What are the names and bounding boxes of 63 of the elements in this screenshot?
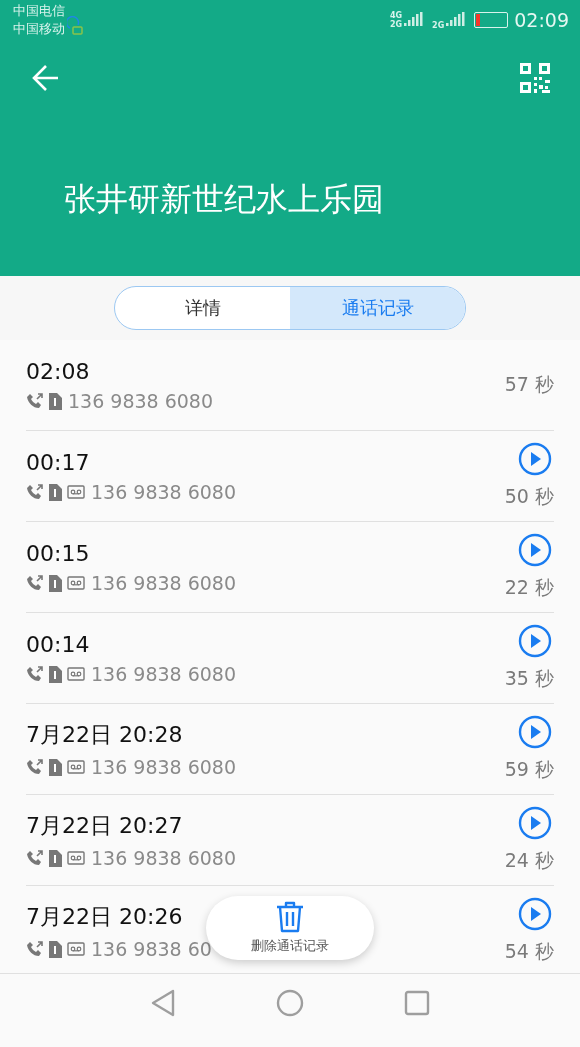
play-icon[interactable] (518, 715, 552, 749)
voicemail-icon (67, 575, 85, 590)
signal-icon (404, 12, 425, 28)
clock: 02:09 (514, 9, 569, 31)
notification-icon (67, 16, 83, 38)
outgoing-call-icon (26, 849, 44, 867)
play-icon[interactable] (518, 442, 552, 476)
call-duration: 59 秒 (504, 757, 554, 782)
phone-number: 136 9838 6080 (91, 847, 237, 869)
network-type: 2G (389, 20, 403, 29)
network-type: 2G (432, 20, 445, 30)
sim-card-icon (49, 391, 62, 410)
tab[interactable]: 详情 (115, 287, 290, 329)
carrier-name: 中国电信 (13, 2, 65, 20)
phone-number: 136 9838 6080 (91, 662, 237, 685)
call-time: 7月22日 20:26 (26, 903, 184, 931)
outgoing-call-icon (26, 940, 44, 958)
call-time: 7月22日 20:28 (26, 721, 184, 749)
play-icon[interactable] (518, 897, 552, 931)
trash-icon (275, 901, 305, 933)
outgoing-call-icon (26, 573, 44, 592)
sim-card-icon (49, 940, 62, 958)
call-duration: 24 秒 (504, 848, 554, 873)
call-time: 00:14 (26, 631, 91, 657)
call-duration: 35 秒 (504, 666, 554, 691)
battery-icon (474, 12, 509, 28)
recents-icon[interactable] (404, 989, 430, 1016)
play-icon[interactable] (518, 806, 552, 840)
voicemail-icon (67, 760, 85, 774)
signal-icon (446, 12, 467, 28)
network-type: 4G (389, 11, 403, 20)
voicemail-icon (67, 942, 85, 956)
sim-card-icon (49, 849, 62, 867)
carrier-name: 中国移动 (13, 20, 65, 38)
call-time: 02:08 (26, 358, 91, 384)
outgoing-call-icon (26, 391, 44, 410)
voicemail-icon (67, 666, 85, 681)
call-time: 00:17 (26, 449, 91, 475)
call-time: 00:15 (26, 540, 91, 566)
phone-number: 136 9838 6080 (68, 389, 214, 412)
qr-code-icon[interactable] (520, 63, 550, 93)
play-icon[interactable] (518, 533, 552, 567)
phone-number: 136 9838 6080 (91, 480, 237, 503)
back-icon[interactable] (150, 988, 176, 1017)
phone-number: 136 9838 6080 (91, 571, 237, 594)
sim-card-icon (49, 573, 62, 592)
call-duration: 54 秒 (504, 939, 554, 964)
voicemail-icon (67, 851, 85, 865)
voicemail-icon (67, 484, 85, 499)
call-duration: 50 秒 (504, 484, 554, 509)
home-icon[interactable] (276, 988, 304, 1017)
contact-name: 张井研新世纪水上乐园 (64, 179, 385, 220)
phone-number: 136 9838 6080 (91, 756, 237, 778)
outgoing-call-icon (26, 758, 44, 776)
sim-card-icon (49, 664, 62, 683)
outgoing-call-icon (26, 664, 44, 683)
call-time: 7月22日 20:27 (26, 812, 184, 840)
play-icon[interactable] (518, 624, 552, 658)
call-duration: 57 秒 (504, 372, 554, 397)
sim-card-icon (49, 482, 62, 501)
sim-card-icon (49, 758, 62, 776)
outgoing-call-icon (26, 482, 44, 501)
call-duration: 22 秒 (504, 575, 554, 600)
